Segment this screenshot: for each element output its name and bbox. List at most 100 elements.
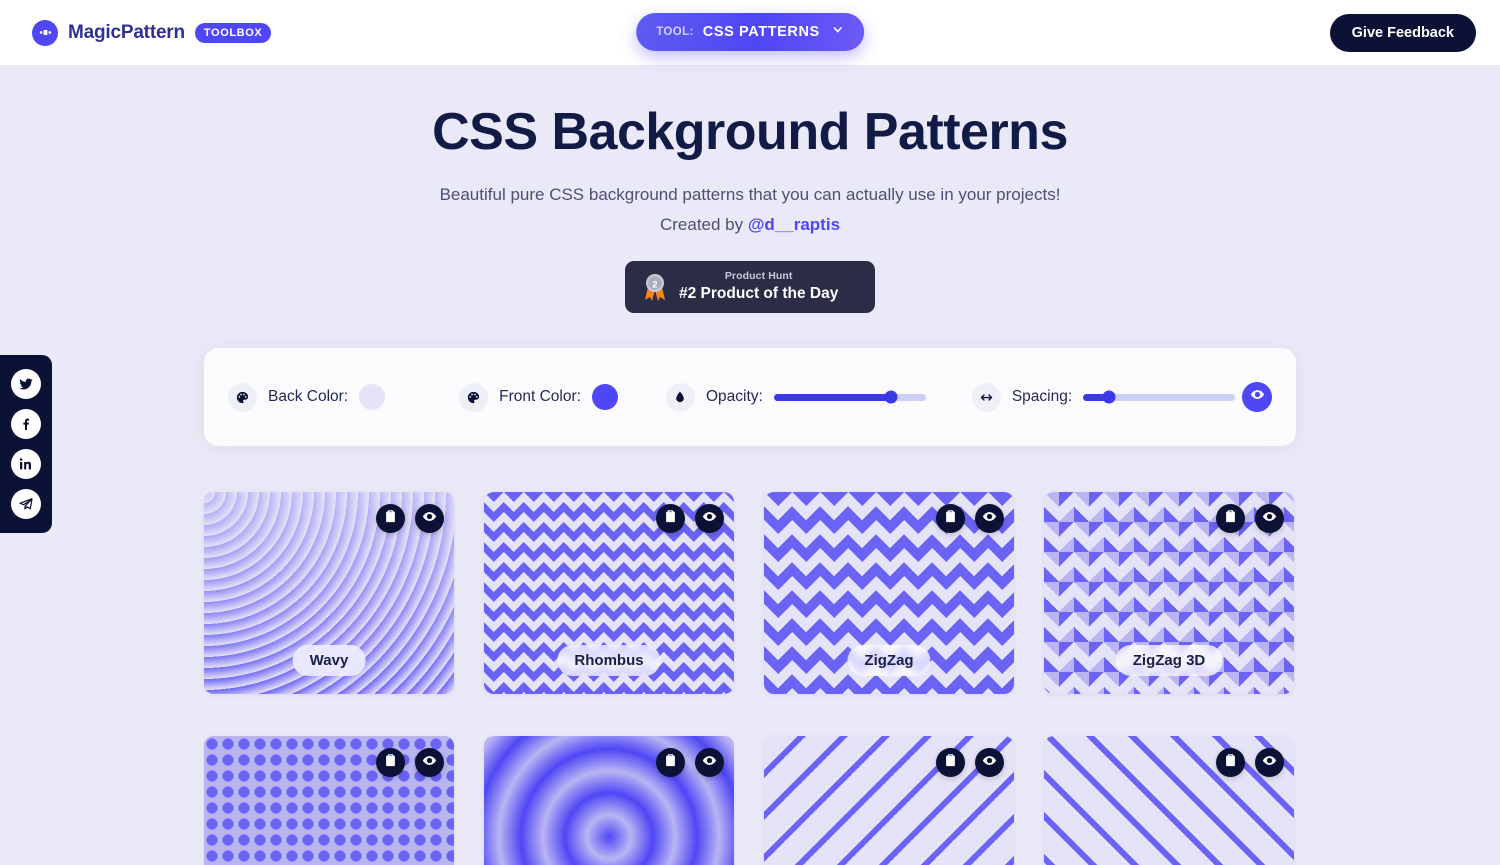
preview-toggle-button[interactable] [1242,382,1272,412]
opacity-control: Opacity: [665,382,926,412]
medal-2-icon: 2 [642,271,668,303]
pattern-grid: Wavy Rhombus ZigZag ZigZag 3D [204,492,1296,865]
pattern-card-actions [1216,748,1284,777]
give-feedback-button[interactable]: Give Feedback [1329,13,1476,52]
tool-selector-value: CSS PATTERNS [702,24,820,40]
front-color-control: Front Color: [459,382,618,412]
back-color-label: Back Color: [268,388,349,405]
tool-selector-dropdown[interactable]: TOOL: CSS PATTERNS [636,13,864,51]
svg-text:2: 2 [652,279,657,289]
chevron-down-icon [831,23,844,41]
copy-css-button[interactable] [936,748,965,777]
page-title: CSS Background Patterns [432,103,1068,161]
clipboard-copy-icon [383,509,398,529]
front-color-swatch[interactable] [591,384,618,410]
pattern-name-label: Wavy [292,645,366,676]
eye-icon [982,509,997,529]
eye-icon [982,753,997,773]
opacity-slider-fill [773,393,891,401]
opacity-slider-thumb[interactable] [884,390,898,404]
copy-css-button[interactable] [376,748,405,777]
pattern-card[interactable]: Wavy [204,492,454,694]
tool-selector-wrapper: TOOL: CSS PATTERNS [636,13,864,51]
pattern-card-actions [656,504,724,533]
palette-icon[interactable] [459,382,489,412]
eye-icon [702,753,717,773]
preview-pattern-button[interactable] [975,748,1004,777]
eye-icon [1250,387,1265,407]
telegram-share-button[interactable] [11,489,41,519]
clipboard-copy-icon [943,509,958,529]
copy-css-button[interactable] [1216,504,1245,533]
pattern-name-label: Rhombus [557,645,661,676]
clipboard-copy-icon [1223,509,1238,529]
pattern-card-actions [656,748,724,777]
copy-css-button[interactable] [936,504,965,533]
pattern-name-label: ZigZag 3D [1115,645,1223,676]
copy-css-button[interactable] [376,504,405,533]
page-subtitle: Beautiful pure CSS background patterns t… [439,184,1061,204]
pattern-card[interactable] [484,736,734,865]
copy-css-button[interactable] [1216,748,1245,777]
front-color-label: Front Color: [499,388,581,405]
opacity-slider[interactable] [773,390,926,404]
clipboard-copy-icon [663,753,678,773]
spacing-control: Spacing: [971,382,1236,412]
droplet-icon[interactable] [665,382,695,412]
twitter-icon [18,376,34,392]
back-color-control: Back Color: [228,382,386,412]
brand-name: MagicPattern [68,21,185,43]
opacity-label: Opacity: [705,388,763,405]
brand-logo-group[interactable]: MagicPattern TOOLBOX [32,19,272,46]
toolbox-badge: TOOLBOX [194,22,272,43]
product-hunt-top-line: Product Hunt [724,270,793,283]
clipboard-copy-icon [383,753,398,773]
pattern-card[interactable]: Rhombus [484,492,734,694]
spacing-slider[interactable] [1083,390,1236,404]
palette-icon[interactable] [228,382,257,412]
pattern-card-actions [936,748,1004,777]
facebook-icon [18,416,34,432]
copy-css-button[interactable] [656,504,685,533]
social-share-rail [0,355,52,533]
magicpattern-logo-icon [32,19,58,46]
preview-pattern-button[interactable] [415,748,444,777]
copy-css-button[interactable] [656,748,685,777]
preview-pattern-button[interactable] [1255,504,1284,533]
telegram-icon [18,496,34,512]
credit-prefix: Created by [659,214,748,234]
pattern-name-label: ZigZag [847,645,931,676]
author-handle-link[interactable]: @d__raptis [748,215,840,234]
facebook-share-button[interactable] [11,409,41,439]
pattern-card-actions [1216,504,1284,533]
back-color-swatch[interactable] [359,384,386,410]
credit-line: Created by @d__raptis [0,215,1500,235]
clipboard-copy-icon [943,753,958,773]
hero-section: CSS Background Patterns Beautiful pure C… [0,65,1500,313]
preview-pattern-button[interactable] [695,504,724,533]
preview-pattern-button[interactable] [975,504,1004,533]
pattern-card[interactable] [764,736,1014,865]
pattern-card[interactable]: ZigZag [764,492,1014,694]
pattern-card[interactable]: ZigZag 3D [1044,492,1294,694]
product-hunt-bottom-line: #2 Product of the Day [679,285,839,303]
clipboard-copy-icon [663,509,678,529]
spacing-slider-thumb[interactable] [1102,390,1116,404]
pattern-card-actions [936,504,1004,533]
pattern-card-actions [376,748,444,777]
linkedin-share-button[interactable] [11,449,41,479]
pattern-card-actions [376,504,444,533]
linkedin-icon [18,456,34,472]
pattern-controls-bar: Back Color: Front Color: Opacity: Spacin… [204,348,1296,446]
product-hunt-badge[interactable]: 2 Product Hunt #2 Product of the Day [625,260,875,313]
pattern-card[interactable] [1044,736,1294,865]
preview-pattern-button[interactable] [1255,748,1284,777]
twitter-share-button[interactable] [11,369,41,399]
preview-pattern-button[interactable] [695,748,724,777]
eye-icon [1262,753,1277,773]
pattern-card[interactable] [204,736,454,865]
clipboard-copy-icon [1223,753,1238,773]
tool-selector-prefix: TOOL: [656,26,694,38]
arrows-horizontal-icon[interactable] [971,382,1001,412]
preview-pattern-button[interactable] [415,504,444,533]
